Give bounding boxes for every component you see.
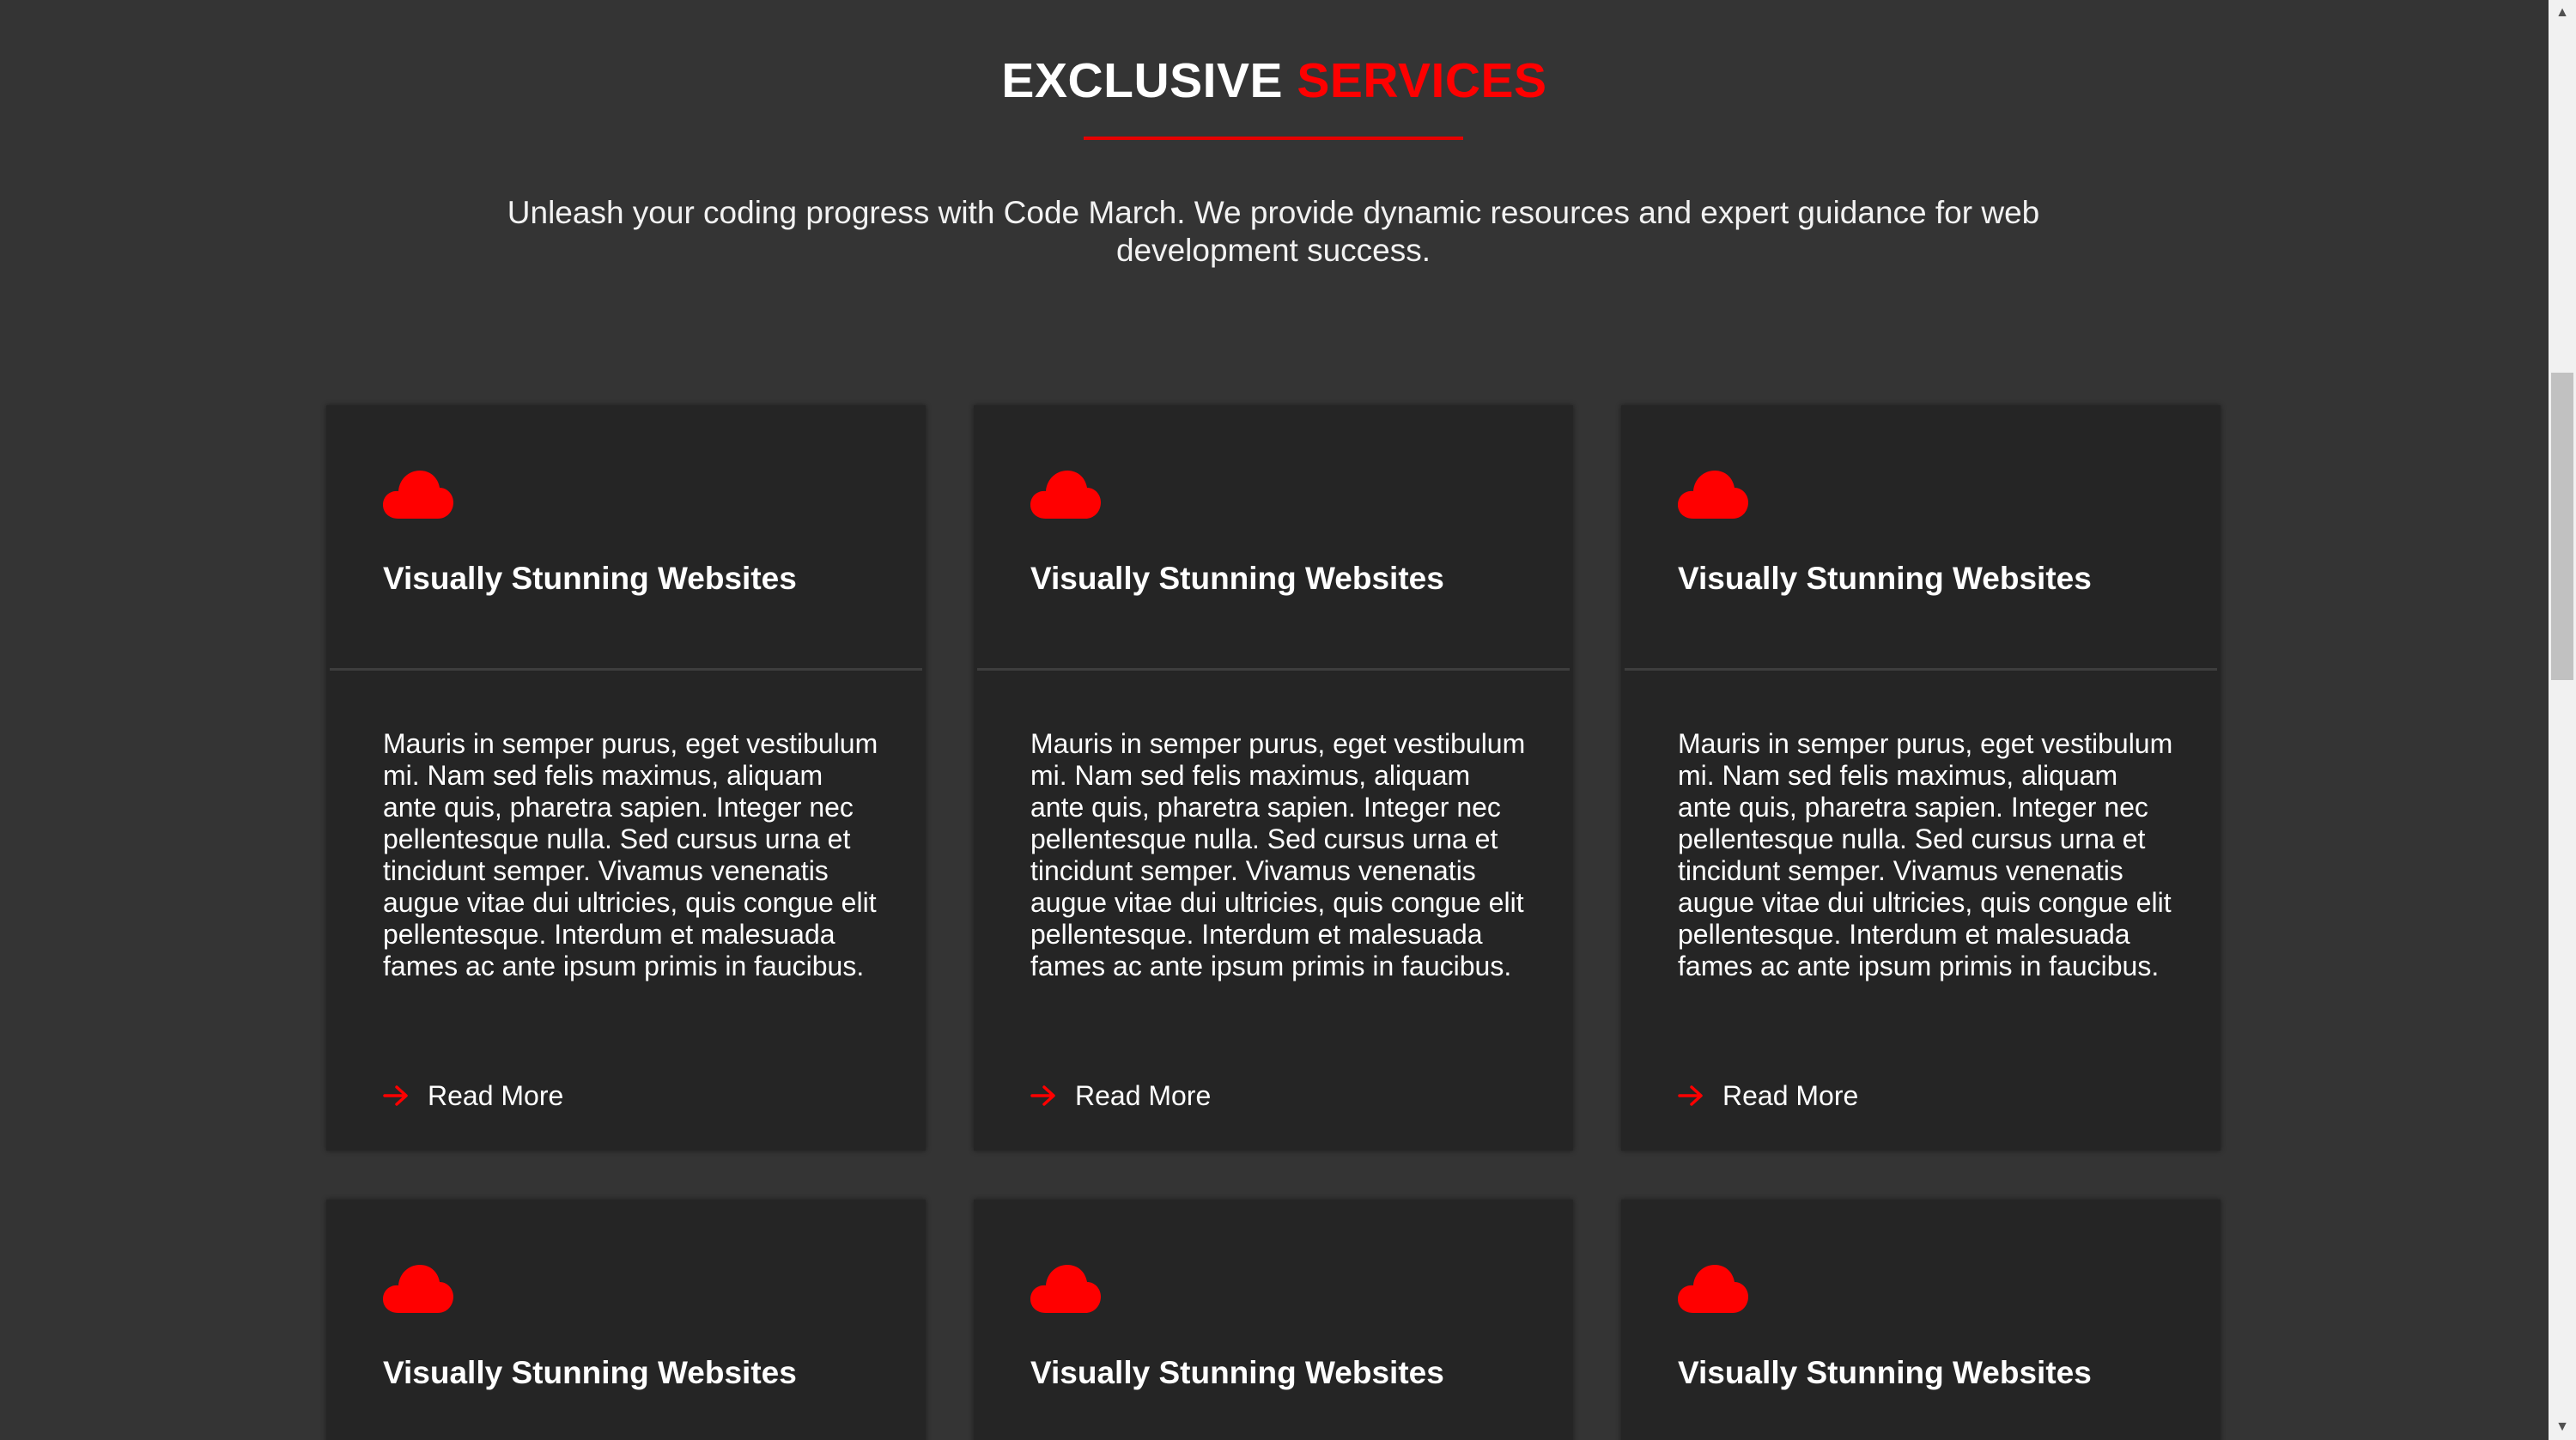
section-title-main: EXCLUSIVE — [1001, 53, 1297, 108]
read-more-label: Read More — [1075, 1080, 1212, 1111]
cloud-icon — [1030, 467, 1101, 520]
cloud-icon — [383, 1261, 453, 1315]
read-more-link[interactable]: Read More — [1030, 1078, 1211, 1113]
card-divider — [977, 668, 1570, 671]
read-more-link[interactable]: Read More — [1678, 1078, 1858, 1113]
service-card: Visually Stunning Websites Mauris in sem… — [1621, 405, 2221, 1151]
arrow-right-icon — [1030, 1085, 1056, 1107]
title-underline — [1084, 137, 1463, 140]
service-card: Visually Stunning Websites Mauris in sem… — [974, 405, 1573, 1151]
card-title: Visually Stunning Websites — [1030, 1355, 1444, 1390]
arrow-right-icon — [383, 1085, 409, 1107]
card-divider — [330, 668, 922, 671]
card-text: Mauris in semper purus, eget vestibulum … — [1678, 728, 2173, 981]
arrow-right-icon — [1678, 1085, 1704, 1107]
service-card: Visually Stunning Websites Mauris in sem… — [326, 405, 926, 1151]
scrollbar-thumb[interactable] — [2551, 373, 2573, 680]
scroll-up-arrow-icon[interactable]: ▲ — [2549, 0, 2576, 26]
service-card: Visually Stunning Websites — [974, 1200, 1573, 1440]
section-title-accent: SERVICES — [1297, 53, 1547, 108]
services-section: EXCLUSIVE SERVICES Unleash your coding p… — [0, 0, 2549, 1440]
section-intro: Unleash your coding progress with Code M… — [507, 195, 2040, 268]
card-title: Visually Stunning Websites — [1678, 1355, 2092, 1390]
service-card: Visually Stunning Websites — [326, 1200, 926, 1440]
card-title: Visually Stunning Websites — [1030, 561, 1444, 596]
read-more-label: Read More — [428, 1080, 564, 1111]
section-title: EXCLUSIVE SERVICES — [0, 50, 2549, 112]
scroll-down-arrow-icon[interactable]: ▼ — [2549, 1414, 2576, 1440]
card-title: Visually Stunning Websites — [383, 561, 797, 596]
cloud-icon — [383, 467, 453, 520]
service-card: Visually Stunning Websites — [1621, 1200, 2221, 1440]
card-text: Mauris in semper purus, eget vestibulum … — [1030, 728, 1526, 981]
card-divider — [1625, 668, 2217, 671]
vertical-scrollbar[interactable]: ▲ ▼ — [2549, 0, 2576, 1440]
read-more-link[interactable]: Read More — [383, 1078, 563, 1113]
card-title: Visually Stunning Websites — [1678, 561, 2092, 596]
read-more-label: Read More — [1722, 1080, 1859, 1111]
cloud-icon — [1678, 1261, 1748, 1315]
card-text: Mauris in semper purus, eget vestibulum … — [383, 728, 878, 981]
cloud-icon — [1678, 467, 1748, 520]
card-title: Visually Stunning Websites — [383, 1355, 797, 1390]
cloud-icon — [1030, 1261, 1101, 1315]
